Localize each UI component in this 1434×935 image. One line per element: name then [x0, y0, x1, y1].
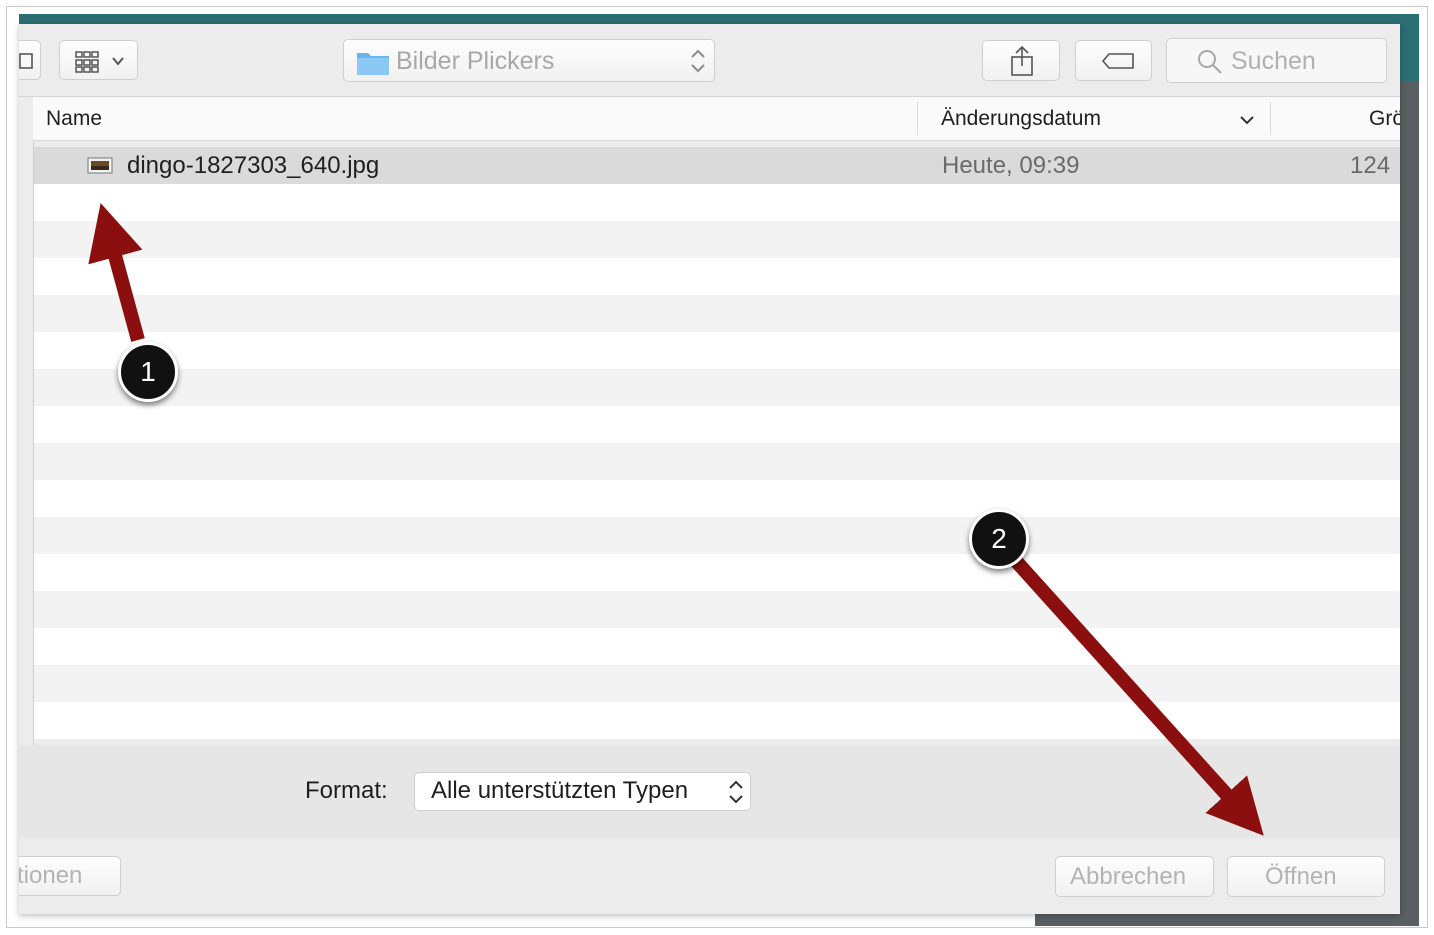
image-file-icon — [87, 157, 113, 174]
background-window-shadow-bottom — [1035, 912, 1419, 926]
file-name: dingo-1827303_640.jpg — [127, 152, 380, 179]
empty-row — [34, 443, 1400, 480]
cancel-button-label: Abbrechen — [1070, 863, 1187, 890]
empty-row — [34, 554, 1400, 591]
open-button-label: Öffnen — [1265, 863, 1337, 890]
up-down-chevron-icon — [691, 49, 705, 73]
search-placeholder: Suchen — [1231, 47, 1316, 75]
column-header-modified[interactable]: Änderungsdatum — [941, 107, 1101, 131]
format-bar: Format: Alle unterstützten Typen — [19, 745, 1400, 838]
empty-row — [34, 258, 1400, 295]
format-popup[interactable]: Alle unterstützten Typen — [414, 772, 751, 811]
empty-row — [34, 406, 1400, 443]
empty-row — [34, 628, 1400, 665]
tag-button[interactable] — [1075, 40, 1152, 81]
tag-icon — [1101, 53, 1134, 69]
share-button[interactable] — [982, 40, 1060, 81]
options-button[interactable]: tionen — [19, 856, 121, 896]
empty-row — [34, 517, 1400, 554]
sidebar-toggle-button[interactable] — [19, 40, 41, 80]
sort-chevron-icon — [1240, 116, 1254, 125]
column-header-name[interactable]: Name — [46, 107, 102, 131]
dialog-toolbar: Bilder Plickers Suchen — [19, 24, 1400, 97]
share-icon — [1011, 45, 1033, 76]
column-header-size[interactable]: Grö — [1369, 107, 1400, 131]
dialog-button-bar: tionen Abbrechen Öffnen — [19, 838, 1400, 914]
file-row[interactable]: dingo-1827303_640.jpg Heute, 09:39 124 — [34, 147, 1400, 184]
file-list-header: Name Änderungsdatum Grö — [33, 97, 1400, 141]
empty-row — [34, 332, 1400, 369]
background-window-edge — [1400, 24, 1419, 81]
annotation-badge-1: 1 — [118, 342, 178, 402]
empty-row — [34, 591, 1400, 628]
format-value: Alle unterstützten Typen — [431, 777, 689, 804]
options-button-label: tionen — [19, 862, 83, 889]
empty-row — [34, 665, 1400, 702]
empty-row — [34, 369, 1400, 406]
up-down-chevron-icon — [729, 780, 743, 804]
annotation-badge-2: 2 — [969, 509, 1029, 569]
search-field[interactable]: Suchen — [1166, 38, 1387, 83]
sidebar-icon — [19, 53, 33, 69]
cancel-button[interactable]: Abbrechen — [1055, 856, 1214, 897]
search-icon — [1198, 50, 1222, 74]
empty-row — [34, 702, 1400, 739]
file-size: 124 — [1350, 152, 1391, 179]
file-modified: Heute, 09:39 — [942, 152, 1080, 179]
empty-row — [34, 184, 1400, 221]
folder-icon — [357, 53, 389, 75]
open-file-dialog: Bilder Plickers Suchen Name Änderungsdat… — [19, 24, 1400, 914]
empty-row — [34, 221, 1400, 258]
format-label: Format: — [305, 777, 388, 804]
file-list: dingo-1827303_640.jpg Heute, 09:39 124 — [33, 141, 1400, 745]
background-window-shadow — [1400, 81, 1419, 926]
view-mode-button[interactable] — [59, 40, 138, 80]
open-button[interactable]: Öffnen — [1227, 856, 1385, 897]
background-window-strip — [19, 14, 1419, 24]
location-label: Bilder Plickers — [396, 47, 555, 75]
empty-row — [34, 295, 1400, 332]
icon-view-grid-icon — [75, 51, 124, 73]
empty-row — [34, 480, 1400, 517]
location-popup[interactable]: Bilder Plickers — [343, 39, 715, 82]
